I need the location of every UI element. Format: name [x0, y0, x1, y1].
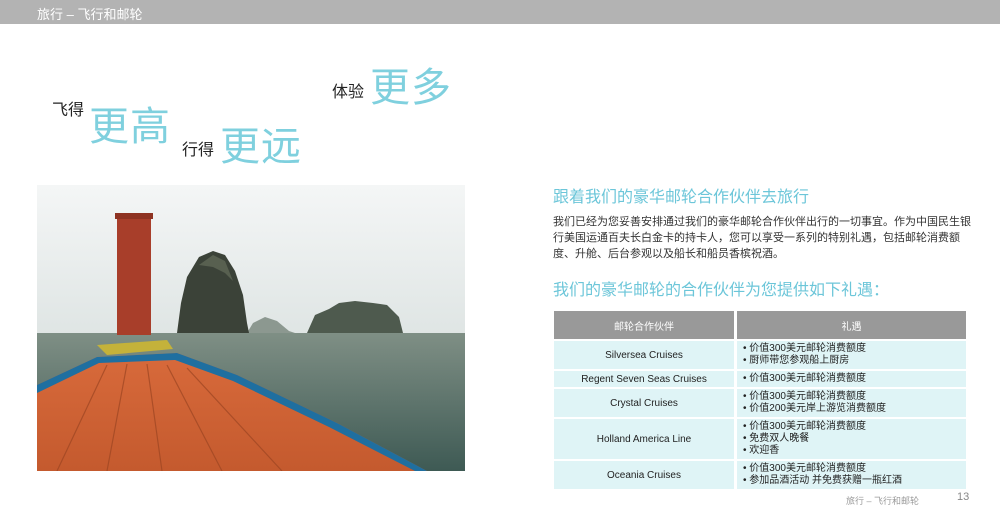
partner-name: Holland America Line [554, 419, 734, 459]
boat-bow-photo [37, 185, 465, 471]
section1-body: 我们已经为您妥善安排通过我们的豪华邮轮合作伙伴出行的一切事宜。作为中国民生银行美… [553, 216, 971, 260]
header-partner: 邮轮合作伙伴 [554, 311, 734, 339]
slogan-fly: 飞得 [52, 102, 85, 119]
slogan-higher: 更高 [89, 105, 171, 149]
slogan-farther: 更远 [220, 125, 302, 169]
header-gifts: 礼遇 [737, 311, 966, 339]
table-row: Oceania Cruises • 价值300美元邮轮消费额度 • 参加品酒活动… [554, 461, 966, 489]
slogan-experience: 体验 [332, 84, 365, 101]
gift-item: • 免费双人晚餐 [743, 433, 810, 444]
gift-item: • 价值300美元邮轮消费额度 [743, 463, 866, 474]
gift-item: • 价值200美元岸上游览消费额度 [743, 403, 886, 414]
gift-item: • 价值300美元邮轮消费额度 [743, 343, 866, 354]
partner-name: Regent Seven Seas Cruises [554, 371, 734, 387]
slogan-more: 更多 [370, 66, 452, 110]
partner-name: Silversea Cruises [554, 341, 734, 369]
table-row: Silversea Cruises • 价值300美元邮轮消费额度 • 厨师带您… [554, 341, 966, 369]
table-row: Regent Seven Seas Cruises • 价值300美元邮轮消费额… [554, 371, 966, 387]
perks-table: 邮轮合作伙伴 礼遇 Silversea Cruises • 价值300美元邮轮消… [551, 309, 969, 491]
page-number: 13 [957, 491, 970, 503]
table-row: Crystal Cruises • 价值300美元邮轮消费额度 • 价值200美… [554, 389, 966, 417]
partner-name: Oceania Cruises [554, 461, 734, 489]
gift-list: • 价值300美元邮轮消费额度 • 参加品酒活动 并免费获赠一瓶红酒 [737, 461, 966, 489]
gift-item: • 价值300美元邮轮消费额度 [743, 391, 866, 402]
gift-list: • 价值300美元邮轮消费额度 [737, 371, 966, 387]
header-title: 旅行 – 飞行和邮轮 [37, 7, 143, 22]
footer-section: 旅行 – 飞行和邮轮 [846, 496, 920, 506]
gift-list: • 价值300美元邮轮消费额度 • 价值200美元岸上游览消费额度 [737, 389, 966, 417]
gift-list: • 价值300美元邮轮消费额度 • 厨师带您参观船上厨房 [737, 341, 966, 369]
section2-title: 我们的豪华邮轮的合作伙伴为您提供如下礼遇： [553, 282, 890, 299]
gift-item: • 参加品酒活动 并免费获赠一瓶红酒 [743, 475, 903, 486]
gift-item: • 价值300美元邮轮消费额度 [743, 421, 866, 432]
table-header-row: 邮轮合作伙伴 礼遇 [554, 311, 966, 339]
gift-item: • 厨师带您参观船上厨房 [743, 355, 850, 366]
partner-name: Crystal Cruises [554, 389, 734, 417]
header-bar: 旅行 – 飞行和邮轮 [0, 0, 1000, 24]
gift-list: • 价值300美元邮轮消费额度 • 免费双人晚餐 • 欢迎香 [737, 419, 966, 459]
slogan-go: 行得 [182, 142, 215, 159]
gift-item: • 欢迎香 [743, 445, 780, 456]
section1-title: 跟着我们的豪华邮轮合作伙伴去旅行 [553, 189, 810, 206]
gift-item: • 价值300美元邮轮消费额度 [743, 373, 866, 384]
table-row: Holland America Line • 价值300美元邮轮消费额度 • 免… [554, 419, 966, 459]
